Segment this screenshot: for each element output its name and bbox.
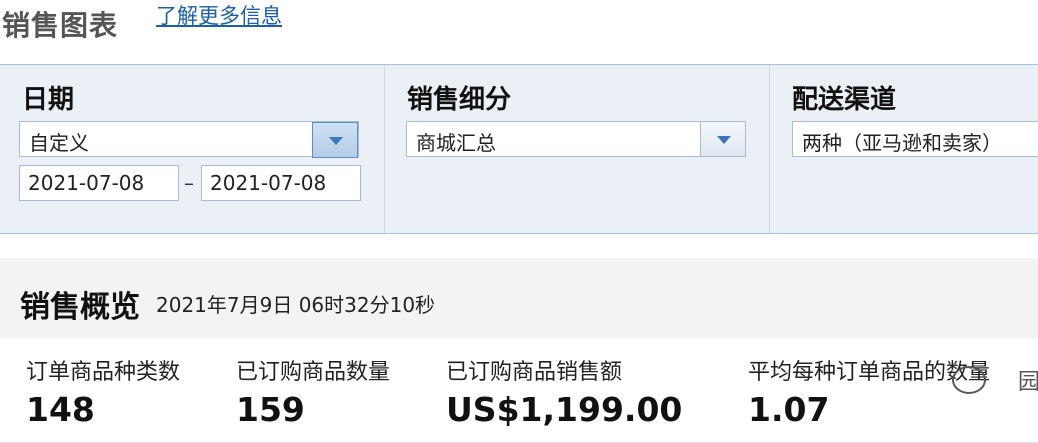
overview-timestamp: 2021年7月9日 06时32分10秒: [156, 293, 436, 317]
chevron-down-icon[interactable]: [700, 122, 745, 156]
stat-value: 159: [236, 390, 305, 429]
stat-label: 订单商品种类数: [26, 360, 181, 385]
stat-label: 已订购商品数量: [236, 360, 391, 385]
filter-panel: 日期 自定义 2021-07-08 – 2021-07-08 销售细分 商城汇总…: [0, 64, 1038, 234]
wechat-watermark: 园: [952, 360, 1038, 404]
watermark-text: 园: [1018, 370, 1038, 395]
date-filter: 日期 自定义 2021-07-08 – 2021-07-08: [0, 65, 383, 233]
start-date-input[interactable]: 2021-07-08: [19, 165, 179, 201]
chevron-down-icon[interactable]: [312, 122, 358, 158]
learn-more-link[interactable]: 了解更多信息: [156, 0, 282, 30]
channel-value: 两种（亚马逊和卖家）: [802, 131, 1002, 155]
stat-value: 148: [26, 390, 95, 429]
channel-select[interactable]: 两种（亚马逊和卖家）: [792, 121, 1038, 157]
overview-title: 销售概览: [20, 290, 140, 325]
segment-select[interactable]: 商城汇总: [406, 121, 746, 157]
page-title: 销售图表: [2, 9, 119, 42]
channel-label: 配送渠道: [792, 85, 897, 115]
date-range-value: 自定义: [29, 131, 89, 155]
date-range-select[interactable]: 自定义: [19, 121, 359, 158]
segment-label: 销售细分: [407, 85, 512, 115]
stat-item: 已订购商品数量 159: [236, 354, 390, 429]
segment-value: 商城汇总: [416, 131, 496, 155]
overview-header: 销售概览 2021年7月9日 06时32分10秒: [0, 258, 1038, 338]
segment-filter: 销售细分 商城汇总: [384, 65, 769, 233]
stat-item: 已订购商品销售额 US$1,199.00: [446, 354, 682, 429]
stat-value: US$1,199.00: [446, 390, 683, 429]
wechat-icon: [952, 366, 986, 394]
date-label: 日期: [22, 85, 75, 115]
date-separator: –: [184, 171, 194, 195]
end-date-input[interactable]: 2021-07-08: [201, 165, 361, 201]
stat-item: 订单商品种类数 148: [26, 354, 180, 429]
channel-filter: 配送渠道 两种（亚马逊和卖家）: [769, 65, 1038, 233]
stat-label: 已订购商品销售额: [446, 360, 623, 385]
stats-row: 订单商品种类数 148 已订购商品数量 159 已订购商品销售额 US$1,19…: [0, 340, 1038, 443]
